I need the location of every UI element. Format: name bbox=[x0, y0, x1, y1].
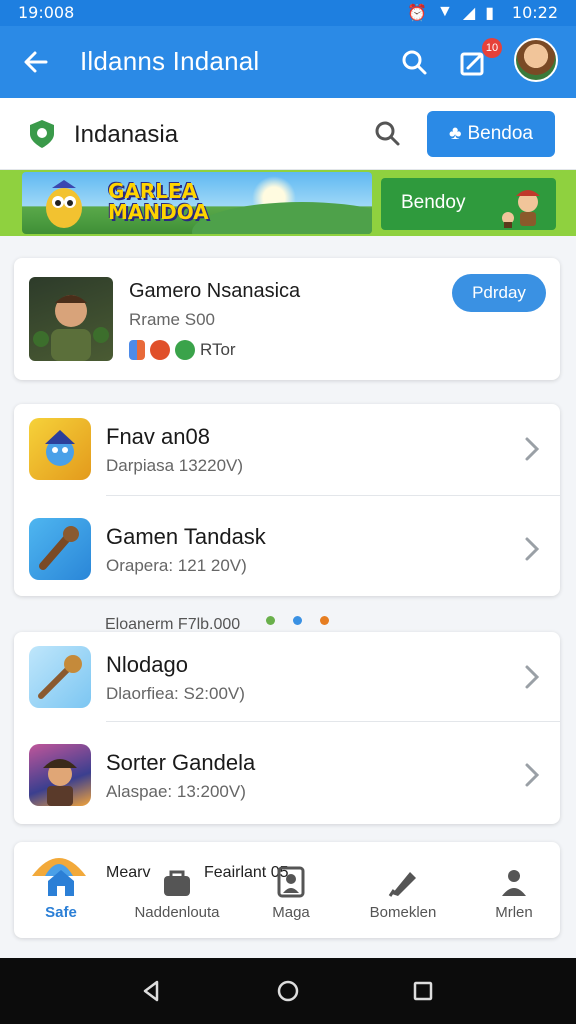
featured-subtitle: Rrame S00 bbox=[129, 310, 215, 329]
status-time-right: 10:22 bbox=[511, 3, 558, 22]
list-item[interactable]: Sorter Gandela Alaspae: 13:200V) bbox=[14, 730, 560, 826]
status-icons: ⏰ ▼ ◢ ▮ bbox=[407, 3, 494, 23]
list-item-desc: Orapera: 121 20V) bbox=[106, 556, 247, 575]
notification-badge: 10 bbox=[482, 38, 502, 58]
status-time-left: 19:008 bbox=[18, 3, 75, 22]
chevron-right-icon bbox=[522, 534, 542, 564]
recents-square-icon[interactable] bbox=[410, 978, 436, 1004]
chevron-right-icon bbox=[522, 434, 542, 464]
app-icon-fnav bbox=[29, 418, 91, 480]
featured-meta-text: RTor bbox=[200, 340, 236, 359]
alarm-icon: ⏰ bbox=[407, 5, 428, 22]
nav-item-label: Mrlen bbox=[495, 904, 533, 921]
home-icon bbox=[44, 866, 78, 898]
search-card: Indanasia ♣ Bendoa bbox=[0, 98, 576, 170]
battery-icon: ▮ bbox=[485, 5, 494, 22]
bottom-navigation: Mearv Feairlant 05 Safe Naddenlouta Maga… bbox=[14, 842, 560, 938]
portrait-icon bbox=[274, 866, 308, 898]
hill-shape bbox=[192, 202, 372, 234]
search-icon[interactable] bbox=[372, 118, 404, 150]
dot-icon bbox=[293, 616, 302, 625]
search-card-button[interactable]: ♣ Bendoa bbox=[427, 111, 555, 157]
featured-title: Gamero Nsanasica bbox=[129, 280, 301, 302]
nav-item-label: Maga bbox=[272, 904, 310, 921]
nav-item-safe[interactable]: Safe bbox=[11, 866, 111, 921]
nav-item-label: Bomeklen bbox=[369, 904, 437, 921]
users-icon: ♣ bbox=[449, 123, 462, 144]
banner-art[interactable]: GARLEA MANDOA bbox=[22, 172, 372, 234]
list-item-desc: Dlaorfiea: S2:00V) bbox=[106, 684, 245, 703]
banner-title-line1: GARLEA bbox=[108, 179, 198, 203]
back-triangle-icon[interactable] bbox=[139, 978, 165, 1004]
banner-title: GARLEA MANDOA bbox=[108, 181, 209, 223]
banner-play-label: Bendoy bbox=[401, 192, 466, 213]
app-icon-gamen bbox=[29, 518, 91, 580]
back-arrow-icon[interactable] bbox=[18, 44, 54, 80]
nav-item-naddenlouta[interactable]: Naddenlouta bbox=[127, 866, 227, 921]
banner-play-button[interactable]: Bendoy bbox=[381, 178, 556, 230]
dot-icon bbox=[320, 616, 329, 625]
search-card-button-label: Bendoa bbox=[467, 123, 533, 144]
home-circle-icon[interactable] bbox=[275, 978, 301, 1004]
nav-item-label: Safe bbox=[45, 904, 77, 921]
list-item[interactable]: Fnav an08 Darpiasa 13220V) bbox=[14, 404, 560, 500]
app-icon-nlodago bbox=[29, 646, 91, 708]
list-item[interactable]: Gamen Tandask Orapera: 121 20V) bbox=[14, 504, 560, 600]
banner-title-line2: MANDOA bbox=[108, 200, 209, 224]
pen-icon bbox=[386, 866, 420, 898]
featured-thumbnail bbox=[29, 277, 113, 361]
wifi-icon: ▼ bbox=[437, 3, 453, 20]
list-item-name: Fnav an08 bbox=[106, 424, 210, 449]
featured-play-button[interactable]: Pdrday bbox=[452, 274, 546, 312]
app-title: Ildanns Indanal bbox=[80, 46, 260, 76]
chevron-right-icon bbox=[522, 760, 542, 790]
dot-icon bbox=[266, 616, 275, 625]
divider bbox=[106, 721, 560, 722]
character-icon bbox=[496, 182, 546, 228]
list-item-name: Gamen Tandask bbox=[106, 524, 266, 549]
mascot-icon bbox=[36, 178, 92, 232]
platform-icon bbox=[129, 340, 145, 360]
list-item-desc: Alaspae: 13:200V) bbox=[106, 782, 246, 801]
list-item-desc: Darpiasa 13220V) bbox=[106, 456, 244, 475]
shield-icon bbox=[26, 118, 58, 150]
chevron-right-icon bbox=[522, 662, 542, 692]
nav-item-maga[interactable]: Maga bbox=[241, 866, 341, 921]
system-navigation-bar bbox=[0, 958, 576, 1024]
status-bar: 19:008 ⏰ ▼ ◢ ▮ 10:22 bbox=[0, 0, 576, 26]
section-dots bbox=[266, 616, 329, 625]
person-icon bbox=[497, 866, 531, 898]
divider bbox=[106, 495, 560, 496]
signal-icon: ◢ bbox=[462, 5, 476, 22]
nav-item-label: Naddenlouta bbox=[134, 904, 220, 921]
search-icon[interactable] bbox=[398, 46, 432, 80]
check-icon bbox=[175, 340, 195, 360]
nav-item-bomeklen[interactable]: Bomeklen bbox=[353, 866, 453, 921]
promo-banner: GARLEA MANDOA Bendoy bbox=[0, 170, 576, 236]
avatar[interactable] bbox=[514, 38, 558, 82]
featured-meta: RTor bbox=[129, 340, 236, 360]
app-list-group-1: Fnav an08 Darpiasa 13220V) Gamen Tandask… bbox=[14, 404, 560, 596]
search-card-label: Indanasia bbox=[74, 121, 179, 148]
list-item[interactable]: Nlodago Dlaorfiea: S2:00V) bbox=[14, 632, 560, 728]
heart-icon bbox=[150, 340, 170, 360]
list-item-name: Nlodago bbox=[106, 652, 188, 677]
featured-card[interactable]: Gamero Nsanasica Rrame S00 RTor Pdrday bbox=[14, 258, 560, 380]
list-item-name: Sorter Gandela bbox=[106, 750, 256, 775]
nav-item-mrlen[interactable]: Mrlen bbox=[464, 866, 564, 921]
app-bar: Ildanns Indanal 10 bbox=[0, 26, 576, 98]
bag-icon bbox=[160, 866, 194, 898]
app-list-group-2: Nlodago Dlaorfiea: S2:00V) Sorter Gandel… bbox=[14, 632, 560, 824]
app-icon-sorter bbox=[29, 744, 91, 806]
